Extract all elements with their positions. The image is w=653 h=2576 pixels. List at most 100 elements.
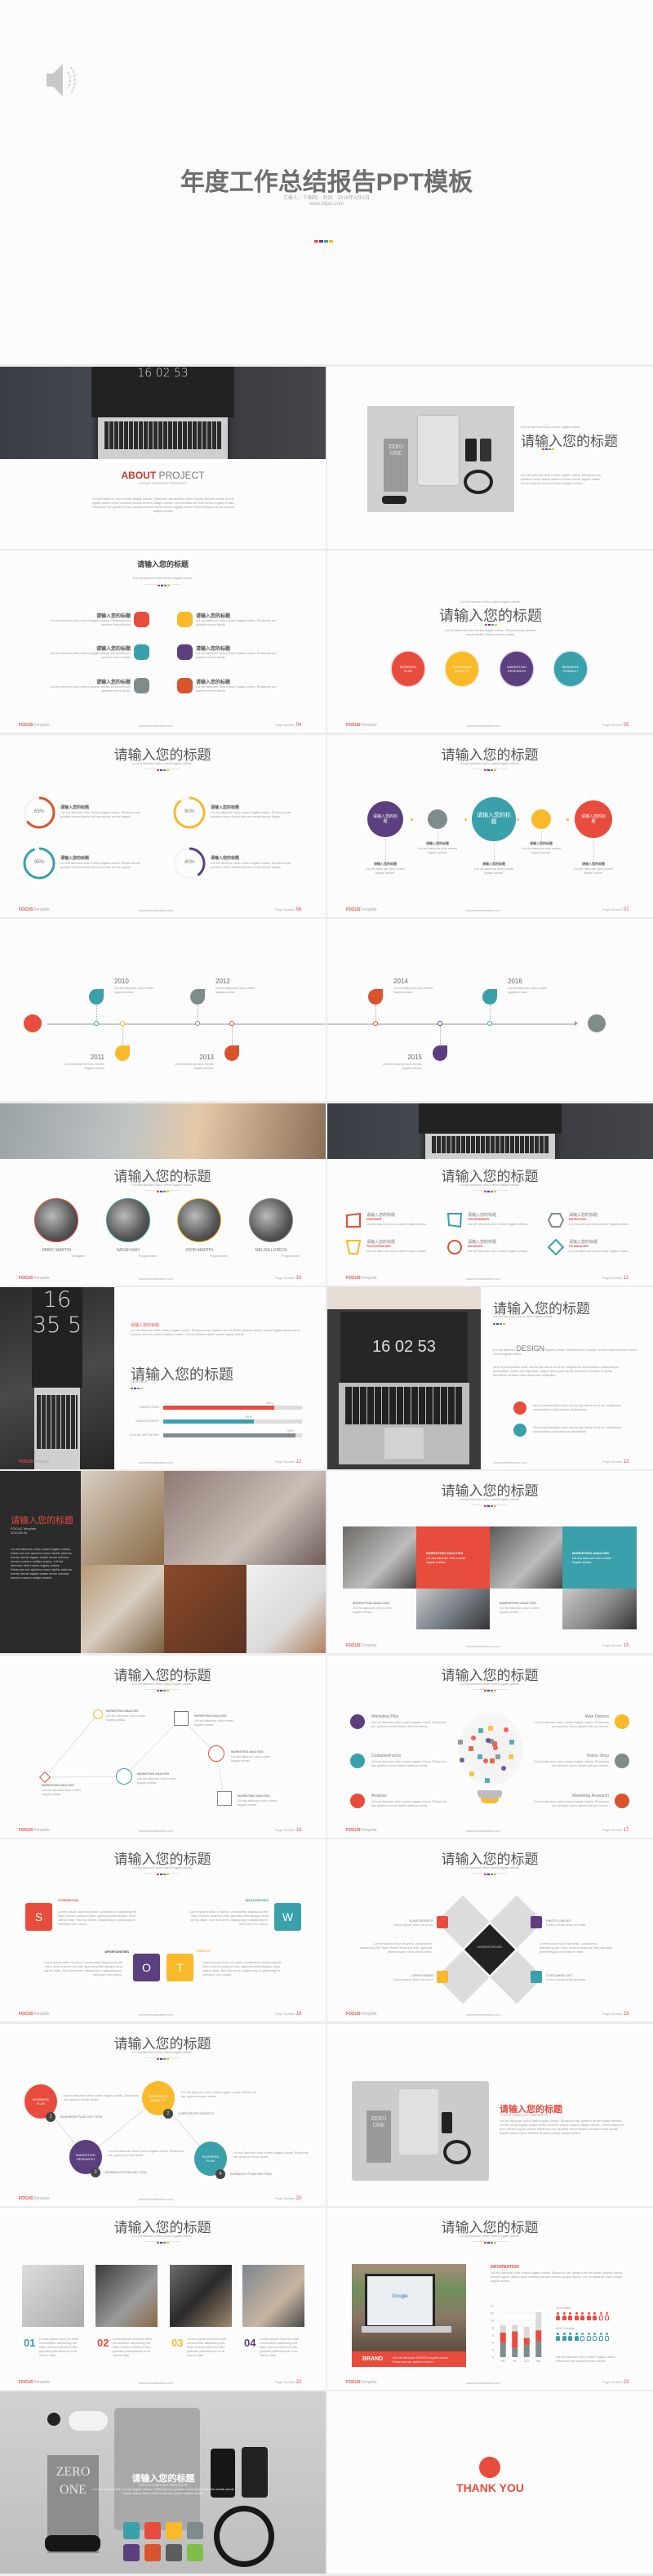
timeline-drop[interactable] (368, 989, 383, 1005)
process-bubble[interactable] (428, 809, 447, 829)
female-person-icon (598, 2333, 603, 2341)
footer-brand: FOCUSTemplate (346, 1643, 377, 1648)
page-label: Page Number (275, 2380, 296, 2384)
member-avatar[interactable] (34, 1198, 78, 1242)
timeline-node[interactable] (94, 1021, 99, 1026)
female-person-icon (556, 2333, 560, 2341)
timeline-node[interactable] (373, 1021, 378, 1026)
tile-purple[interactable] (123, 2544, 140, 2561)
circle-1[interactable]: BUSINESS PLAN (392, 652, 424, 686)
swot-box-o[interactable]: O (133, 1954, 160, 1981)
icon-badge[interactable] (134, 678, 149, 693)
icon-badge[interactable] (177, 678, 193, 693)
tile-darkgray[interactable] (166, 2544, 182, 2561)
swot-box-s[interactable]: S (25, 1903, 52, 1931)
slide-numbered: 请输入您的标题 Lid est laborum dolo rumes fugats… (0, 2208, 326, 2390)
icon-badge[interactable] (177, 644, 193, 660)
tile-teal[interactable] (123, 2522, 140, 2539)
color-dots (157, 1872, 170, 1875)
timeline-node[interactable] (195, 1021, 200, 1026)
accent-square[interactable] (437, 1916, 448, 1928)
swot-box-w[interactable]: W (274, 1903, 301, 1931)
body (562, 2315, 566, 2320)
footer-brand: FOCUSTemplate (19, 1828, 50, 1833)
node-square[interactable] (217, 1791, 232, 1806)
accent-square[interactable] (531, 1971, 542, 1983)
page-label: Page Number (602, 723, 624, 727)
circle-4[interactable]: BUSINESS CONSULT (554, 652, 587, 686)
flow-caption: BUSINESS PLAN SECTION (230, 2172, 272, 2176)
head (593, 2312, 596, 2315)
footer-site: www.websitename.com (466, 724, 500, 728)
icon-badge[interactable] (134, 644, 149, 660)
process-bubble[interactable]: 请输入您的标题 (575, 800, 612, 838)
tile-green[interactable] (187, 2544, 203, 2561)
x-tick-label: HD (500, 2359, 505, 2363)
accent-square[interactable] (531, 1916, 542, 1928)
process-text: Lid est laborum dolo rumes fugats untras… (417, 846, 458, 854)
tile-orange[interactable] (144, 2544, 161, 2561)
footer-brand: FOCUSTemplate (19, 907, 50, 912)
brand-template: Template (360, 2012, 377, 2017)
swot-label: THREATS (195, 1949, 211, 1953)
swot-label: STRENGTHS (58, 1898, 78, 1902)
node-circle[interactable] (116, 1768, 132, 1785)
x-tick-label: UD (524, 2359, 529, 2363)
tile-yellow[interactable] (166, 2522, 182, 2539)
dot (157, 1874, 159, 1875)
ring-percent: 95% (33, 860, 44, 865)
brand-focus: FOCUS (19, 2012, 33, 2017)
dot (491, 1505, 493, 1507)
timeline-drop[interactable] (190, 989, 205, 1005)
member-role: Programmer (209, 1254, 228, 1258)
node-square[interactable] (174, 1711, 189, 1726)
accent-square[interactable] (437, 1971, 448, 1983)
feature-text: Lid est laborum dolo rumes fugats untras… (534, 1799, 609, 1807)
timeline-node[interactable] (487, 1021, 492, 1026)
icon-badge[interactable] (177, 612, 193, 627)
page-label: Page Number (602, 1276, 624, 1280)
ring-text: Lid est laborum dolo rumes fugats untras… (211, 810, 291, 818)
timeline-drop[interactable] (482, 989, 497, 1005)
swot-box-t[interactable]: T (167, 1954, 193, 1981)
timeline-drop[interactable] (433, 1045, 447, 1061)
process-bubble[interactable]: 请输入您的标题 (367, 801, 403, 837)
node-circle[interactable] (93, 1709, 103, 1719)
process-bubble[interactable]: 请输入您的标题 (472, 797, 516, 841)
female-person-icon (574, 2333, 579, 2341)
footer-site: www.websitename.com (139, 1277, 173, 1281)
node-circle[interactable] (208, 1745, 224, 1762)
flow-caption: CORPORATE IDENTITY (178, 2111, 215, 2115)
member-avatar[interactable] (249, 1198, 293, 1242)
circle-2[interactable]: CORPORATE IDENTITY (446, 652, 478, 686)
feature-icon (350, 1794, 365, 1808)
timeline-drop[interactable] (224, 1045, 239, 1061)
tile-gray[interactable] (187, 2522, 203, 2539)
dot (491, 769, 493, 771)
tile-red[interactable] (144, 2522, 161, 2539)
circle-3[interactable]: MARKETING RESEARCH (500, 652, 533, 686)
laptop-desk-photo: 16 02 53 (327, 1287, 481, 1469)
flow-text: Lid est laborum dolo rumes fugats untras… (181, 2090, 256, 2098)
process-dot (516, 818, 519, 821)
timeline-drop[interactable] (115, 1045, 130, 1061)
cell-text: Lid est laborum dolo rumes fugats untras… (353, 1606, 393, 1614)
process-bubble[interactable] (531, 809, 551, 829)
grid-text-cell: MARKETING ANALYSIS Lid est laborum dolo r… (416, 1526, 490, 1589)
member-avatar[interactable] (106, 1198, 150, 1242)
timeline-year: 2013 (199, 1054, 214, 1061)
bulb-glyph (485, 1777, 491, 1783)
timeline-drop[interactable] (89, 989, 104, 1005)
speaker-icon[interactable] (45, 56, 82, 105)
brand-focus: FOCUS (346, 723, 361, 728)
feature-text: Lid est laborum dolo rumes fugats untras… (371, 1720, 446, 1728)
flatlay-photo: ZERO ONE (367, 406, 514, 512)
bars-tag: DESIGNER (131, 1379, 148, 1384)
icon-badge[interactable] (134, 612, 149, 627)
shape-text: Lid est laborum dolo rumes fugats untras… (468, 1249, 528, 1253)
presentation-title: 年度工作总结报告PPT模板 (180, 169, 473, 196)
page-value: 20 (295, 2196, 302, 2201)
bar-fill (163, 1406, 274, 1410)
member-avatar[interactable] (177, 1198, 221, 1242)
laptop-lid (399, 2089, 438, 2155)
